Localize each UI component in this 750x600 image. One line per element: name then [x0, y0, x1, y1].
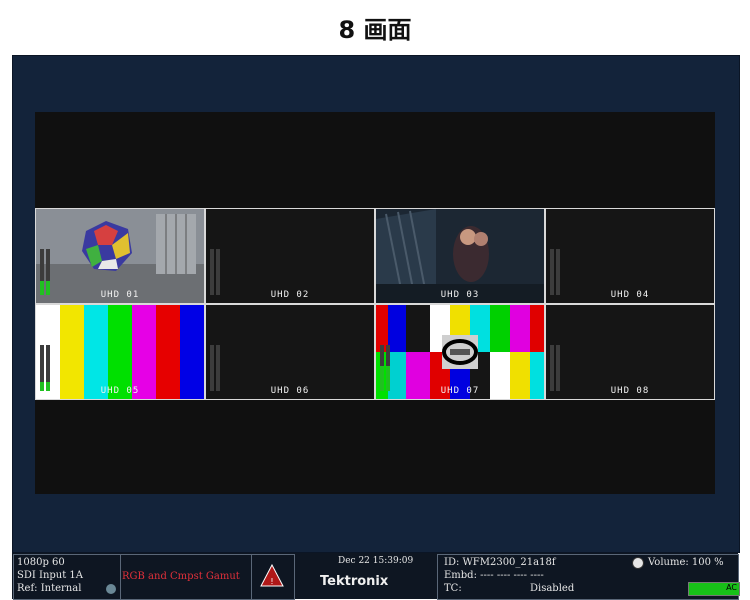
tile-uhd-01[interactable]: UHD 01 [35, 208, 205, 304]
page-title: 8 画面 [338, 16, 412, 44]
tile-label: UHD 06 [270, 386, 310, 396]
multiview-grid: UHD 01 UHD 02 UHD 03 UHD 04 UHD 05 UHD 0… [35, 208, 715, 400]
warning-icon[interactable]: ! [259, 563, 285, 589]
tile-uhd-03[interactable]: UHD 03 [375, 208, 545, 304]
color-bar [132, 305, 156, 399]
status-bar: 1080p 60 SDI Input 1A Ref: Internal RGB … [12, 553, 740, 600]
audio-meter [216, 345, 220, 391]
tile-label: UHD 01 [100, 290, 140, 300]
audio-meter [216, 249, 220, 295]
video-thumbnail [36, 209, 204, 303]
volume-meter-label: AC [726, 583, 737, 592]
tile-label: UHD 03 [440, 290, 480, 300]
status-indicator-icon [106, 584, 116, 594]
color-bar [156, 305, 180, 399]
color-bar [108, 305, 132, 399]
audio-meter [40, 345, 44, 391]
timecode-label: TC: [444, 583, 462, 594]
video-format: 1080p 60 [17, 557, 65, 568]
audio-meter [550, 249, 554, 295]
tile-label: UHD 07 [440, 386, 480, 396]
tile-uhd-08[interactable]: UHD 08 [545, 304, 715, 400]
color-bar [60, 305, 84, 399]
video-thumbnail [376, 209, 544, 303]
audio-meter [380, 345, 384, 391]
tile-label: UHD 04 [610, 290, 650, 300]
volume-icon[interactable] [632, 557, 644, 569]
audio-meter [40, 249, 44, 295]
test-pattern [376, 305, 544, 399]
volume-level: Volume: 100 % [648, 557, 724, 568]
audio-meter [556, 345, 560, 391]
tile-uhd-05[interactable]: UHD 05 [35, 304, 205, 400]
input-name: SDI Input 1A [17, 570, 84, 581]
tile-label: UHD 05 [100, 386, 140, 396]
audio-meter [550, 345, 554, 391]
tile-uhd-04[interactable]: UHD 04 [545, 208, 715, 304]
tile-label: UHD 08 [610, 386, 650, 396]
svg-text:!: ! [270, 577, 273, 586]
reference-status: Ref: Internal [17, 583, 82, 594]
tile-uhd-06[interactable]: UHD 06 [205, 304, 375, 400]
audio-meter [46, 345, 50, 391]
audio-meter [46, 249, 50, 295]
date-time: Dec 22 15:39:09 [338, 556, 414, 566]
audio-meter [386, 345, 390, 391]
color-bar [180, 305, 204, 399]
audio-meter [210, 249, 214, 295]
embedded-audio: Embd: ---- ---- ---- ---- [444, 570, 544, 581]
tile-label: UHD 02 [270, 290, 310, 300]
device-id: ID: WFM2300_21a18f [444, 557, 556, 568]
volume-meter: AC [688, 582, 740, 596]
tile-uhd-07[interactable]: UHD 07 [375, 304, 545, 400]
color-bar [84, 305, 108, 399]
brand-logo: Tektronix [320, 574, 389, 589]
tile-uhd-02[interactable]: UHD 02 [205, 208, 375, 304]
audio-meter [556, 249, 560, 295]
color-bars [36, 305, 204, 399]
timecode-value: Disabled [530, 583, 575, 594]
gamut-alarm: RGB and Cmpst Gamut [122, 571, 240, 582]
audio-meter [210, 345, 214, 391]
